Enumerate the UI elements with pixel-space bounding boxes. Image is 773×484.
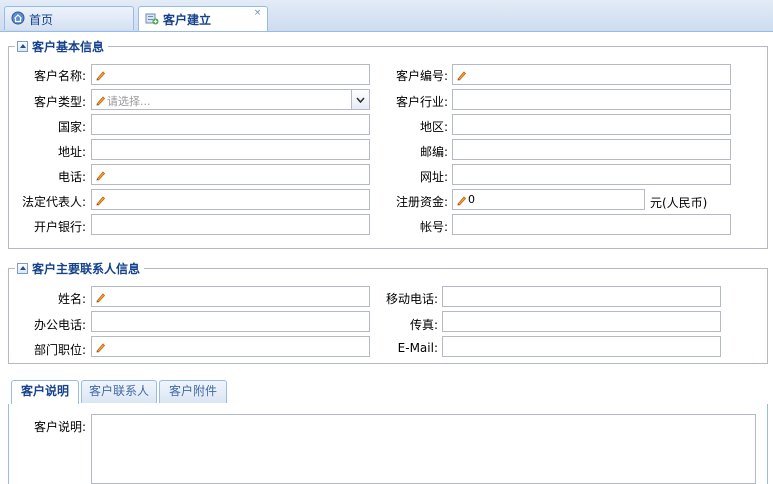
description-label: 客户说明: [33,420,86,434]
customer-code-input[interactable] [452,64,731,85]
email-input[interactable] [442,336,721,357]
address-label: 地址: [57,145,86,159]
home-icon [11,11,25,25]
position-label: 部门职位: [33,343,86,357]
required-pencil-icon [456,69,467,81]
collapse-contact-info-button[interactable] [17,263,28,274]
capital-unit: 元(人民币) [650,196,708,210]
bank-label: 开户银行: [33,220,86,234]
address-input[interactable] [91,139,370,160]
position-input[interactable] [91,336,370,357]
bank-input[interactable] [91,214,370,235]
fax-input[interactable] [442,311,721,332]
add-customer-icon [145,11,159,25]
tab-customer-create-label: 客户建立 [163,13,212,27]
phone-label: 电话: [57,170,86,184]
tab-home-label: 首页 [29,13,54,27]
customer-type-select[interactable]: 请选择... [91,89,370,110]
required-pencil-icon [456,194,467,206]
capital-label: 注册资金: [395,195,448,209]
website-label: 网址: [419,170,448,184]
tab-home[interactable]: 首页 [4,6,134,30]
country-label: 国家: [57,120,86,134]
contact-name-input[interactable] [91,286,370,307]
bottom-tab-strip: 客户说明 客户联系人 客户附件 [8,378,768,405]
basic-info-legend: 客户基本信息 [15,39,109,54]
postcode-input[interactable] [452,139,731,160]
mobile-input[interactable] [442,286,721,307]
required-pencil-icon [95,291,106,303]
required-pencil-icon [95,341,106,353]
contact-name-label: 姓名: [57,292,86,306]
fax-label: 传真: [409,318,438,332]
customer-name-input[interactable] [91,64,370,85]
customer-type-placeholder: 请选择... [107,95,151,108]
industry-input[interactable] [452,89,731,110]
website-input[interactable] [452,164,731,185]
capital-input[interactable]: 0 [452,189,645,210]
close-tab-icon[interactable]: × [252,8,263,19]
office-phone-input[interactable] [91,311,370,332]
customer-type-label: 客户类型: [33,95,86,109]
capital-value: 0 [468,193,475,206]
required-pencil-icon [95,169,106,181]
tab-description[interactable]: 客户说明 [11,380,79,404]
required-pencil-icon [95,69,106,81]
customer-code-label: 客户编号: [395,69,448,83]
phone-input[interactable] [91,164,370,185]
country-input[interactable] [91,114,370,135]
mobile-label: 移动电话: [385,292,438,306]
basic-info-title: 客户基本信息 [32,40,105,54]
region-input[interactable] [452,114,731,135]
industry-label: 客户行业: [395,95,448,109]
collapse-basic-info-button[interactable] [17,41,28,52]
email-label: E-Mail: [397,341,438,355]
required-pencil-icon [95,94,106,106]
required-pencil-icon [95,194,106,206]
chevron-down-icon[interactable] [351,90,369,109]
tab-attachments[interactable]: 客户附件 [159,380,227,403]
tab-customer-create[interactable]: 客户建立 × [138,6,268,31]
account-label: 帐号: [419,220,448,234]
legal-rep-input[interactable] [91,189,370,210]
description-textarea[interactable] [91,414,756,484]
office-phone-label: 办公电话: [33,318,86,332]
postcode-label: 邮编: [419,145,448,159]
account-input[interactable] [452,214,731,235]
contact-info-title: 客户主要联系人信息 [32,262,141,276]
region-label: 地区: [419,120,448,134]
customer-name-label: 客户名称: [33,69,86,83]
tab-contacts[interactable]: 客户联系人 [81,380,157,403]
top-tab-strip: 首页 客户建立 × [0,0,773,32]
contact-info-legend: 客户主要联系人信息 [15,261,145,276]
legal-rep-label: 法定代表人: [21,195,86,209]
